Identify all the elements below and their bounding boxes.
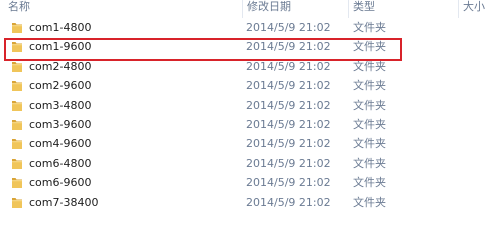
file-type: 文件夹 bbox=[353, 40, 386, 54]
file-type: 文件夹 bbox=[353, 137, 386, 151]
file-type: 文件夹 bbox=[353, 79, 386, 93]
folder-icon bbox=[11, 137, 23, 150]
modified-date: 2014/5/9 21:02 bbox=[246, 21, 331, 34]
file-name: com4-9600 bbox=[29, 137, 92, 151]
column-header-name[interactable]: 名称 bbox=[4, 0, 234, 18]
file-type: 文件夹 bbox=[353, 59, 386, 73]
folder-icon bbox=[11, 40, 23, 53]
list-item[interactable]: com6-9600 2014/5/9 21:02 文件夹 bbox=[0, 173, 500, 192]
modified-date: 2014/5/9 21:02 bbox=[246, 40, 331, 54]
file-name: com3-9600 bbox=[29, 117, 92, 131]
file-type: 文件夹 bbox=[353, 156, 386, 170]
list-item[interactable]: com3-9600 2014/5/9 21:02 文件夹 bbox=[0, 115, 500, 134]
column-header: 名称 修改日期 类型 大小 bbox=[0, 0, 500, 18]
modified-date: 2014/5/9 21:02 bbox=[246, 195, 331, 209]
folder-icon bbox=[11, 176, 23, 189]
modified-date: 2014/5/9 21:02 bbox=[246, 98, 331, 112]
folder-icon bbox=[11, 118, 23, 131]
modified-date: 2014/5/9 21:02 bbox=[246, 176, 331, 190]
list-item[interactable]: com1-9600 2014/5/9 21:02 文件夹 bbox=[0, 37, 500, 56]
folder-icon bbox=[11, 60, 23, 73]
file-type: 文件夹 bbox=[353, 195, 386, 209]
file-explorer: 名称 修改日期 类型 大小 com1-4800 2014/5/9 21:02 文… bbox=[0, 0, 500, 212]
list-item[interactable]: com4-9600 2014/5/9 21:02 文件夹 bbox=[0, 134, 500, 153]
file-name: com3-4800 bbox=[29, 98, 92, 112]
file-name: com7-38400 bbox=[29, 195, 99, 209]
column-header-type[interactable]: 类型 bbox=[348, 0, 456, 18]
file-name: com6-4800 bbox=[29, 156, 92, 170]
folder-icon bbox=[11, 79, 23, 92]
list-item[interactable]: com1-4800 2014/5/9 21:02 文件夹 bbox=[0, 18, 500, 37]
list-item[interactable]: com2-9600 2014/5/9 21:02 文件夹 bbox=[0, 76, 500, 95]
list-item[interactable]: com3-4800 2014/5/9 21:02 文件夹 bbox=[0, 96, 500, 115]
modified-date: 2014/5/9 21:02 bbox=[246, 156, 331, 170]
folder-icon bbox=[11, 157, 23, 170]
file-type: 文件夹 bbox=[353, 176, 386, 190]
file-name: com1-9600 bbox=[29, 40, 92, 54]
list-item[interactable]: com7-38400 2014/5/9 21:02 文件夹 bbox=[0, 193, 500, 212]
file-name: com6-9600 bbox=[29, 176, 92, 190]
column-header-size[interactable]: 大小 bbox=[458, 0, 500, 18]
file-type: 文件夹 bbox=[353, 117, 386, 131]
file-name: com2-4800 bbox=[29, 59, 92, 73]
column-header-date[interactable]: 修改日期 bbox=[242, 0, 346, 18]
modified-date: 2014/5/9 21:02 bbox=[246, 137, 331, 151]
modified-date: 2014/5/9 21:02 bbox=[246, 79, 331, 93]
file-type: 文件夹 bbox=[353, 21, 386, 34]
modified-date: 2014/5/9 21:02 bbox=[246, 117, 331, 131]
modified-date: 2014/5/9 21:02 bbox=[246, 59, 331, 73]
file-list: com1-4800 2014/5/9 21:02 文件夹 com1-9600 2… bbox=[0, 18, 500, 212]
folder-icon bbox=[11, 196, 23, 209]
file-name: com1-4800 bbox=[29, 21, 92, 34]
file-name: com2-9600 bbox=[29, 79, 92, 93]
list-item[interactable]: com2-4800 2014/5/9 21:02 文件夹 bbox=[0, 57, 500, 76]
folder-icon bbox=[11, 99, 23, 112]
folder-icon bbox=[11, 21, 23, 34]
list-item[interactable]: com6-4800 2014/5/9 21:02 文件夹 bbox=[0, 154, 500, 173]
file-type: 文件夹 bbox=[353, 98, 386, 112]
